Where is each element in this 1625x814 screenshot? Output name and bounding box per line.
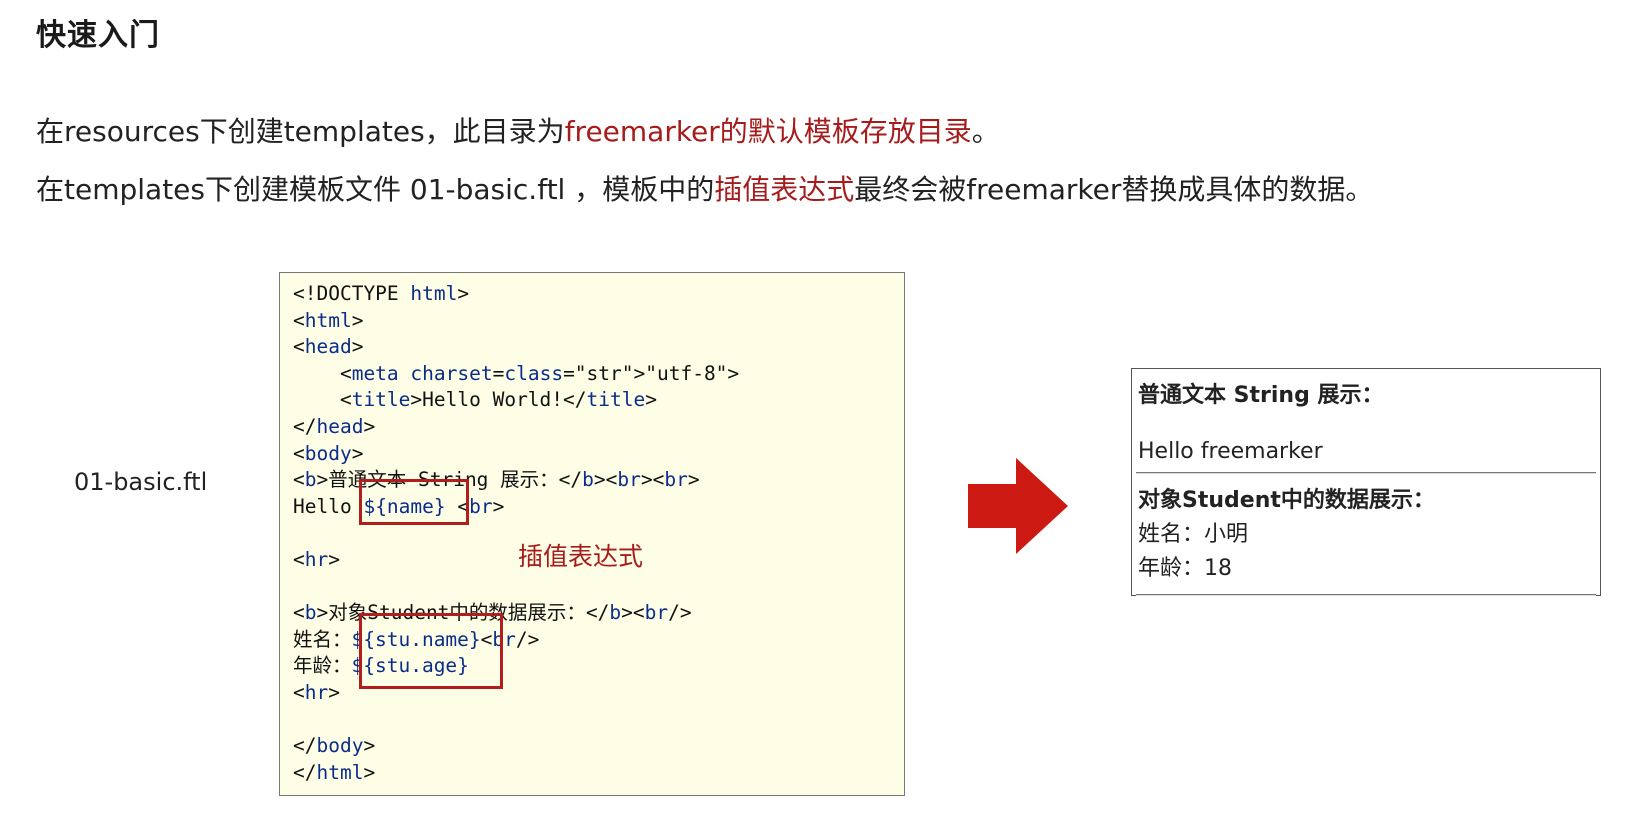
stu-expression-highlight xyxy=(359,613,503,689)
code-listing: <!DOCTYPE html> <html> <head> <meta char… xyxy=(293,282,740,784)
right-arrow-icon xyxy=(968,458,1068,554)
para1-highlight: freemarker的默认模板存放目录 xyxy=(564,115,972,148)
result-divider-bottom xyxy=(1136,594,1596,596)
result-divider xyxy=(1136,472,1596,474)
interpolation-label: 插值表达式 xyxy=(518,542,644,571)
para1-end: 。 xyxy=(971,115,1000,148)
result-title: 普通文本 String 展示： xyxy=(1138,383,1384,408)
para2-highlight: 插值表达式 xyxy=(714,173,855,206)
arrow-shape xyxy=(968,458,1068,554)
paragraph-resources: 在resources下创建templates，此目录为freemarker的默认… xyxy=(36,110,1000,150)
result-age-line: 年龄：18 xyxy=(1138,556,1232,581)
result-greeting: Hello freemarker xyxy=(1138,439,1323,464)
name-expression-highlight xyxy=(359,479,469,525)
result-subtitle: 对象Student中的数据展示： xyxy=(1138,488,1435,513)
para2-text: 在templates下创建模板文件 01-basic.ftl ，模板中的 xyxy=(36,173,715,206)
file-name-label: 01-basic.ftl xyxy=(74,468,208,496)
result-name-line: 姓名：小明 xyxy=(1138,522,1249,547)
paragraph-templates: 在templates下创建模板文件 01-basic.ftl ，模板中的插值表达… xyxy=(36,168,1373,208)
para1-text: 在resources下创建templates，此目录为 xyxy=(36,115,565,148)
render-result-box: 普通文本 String 展示： Hello freemarker 对象Stude… xyxy=(1131,368,1601,596)
page-heading: 快速入门 xyxy=(36,18,160,53)
para2-end: 最终会被freemarker替换成具体的数据。 xyxy=(854,173,1374,206)
code-block: <!DOCTYPE html> <html> <head> <meta char… xyxy=(279,272,905,796)
